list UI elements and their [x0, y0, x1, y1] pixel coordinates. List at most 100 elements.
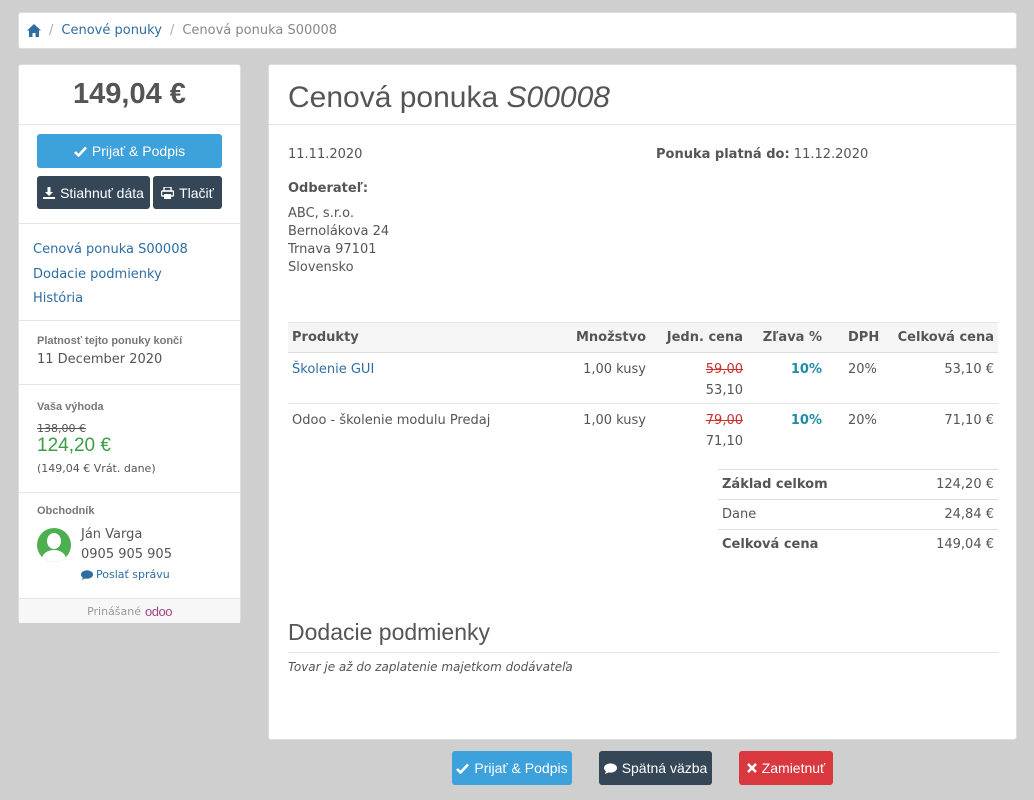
close-icon	[746, 763, 757, 773]
send-message-link[interactable]: Poslať správu	[81, 568, 172, 581]
line-old-price: 79,00	[705, 413, 743, 428]
line-discount: 10%	[790, 362, 822, 377]
order-lines-table: Produkty Množstvo Jedn. cena Zľava % DPH…	[288, 322, 998, 455]
home-icon[interactable]	[27, 24, 41, 37]
col-tax: DPH	[826, 322, 886, 353]
address-line: ABC, s.r.o.	[288, 206, 354, 221]
quotation-panel: Cenová ponuka S00008 11.11.2020 Ponuka p…	[268, 64, 1017, 740]
feedback-button[interactable]: Spätná väzba	[599, 751, 712, 785]
footer-accept-label: Prijať & Podpis	[474, 760, 568, 776]
reject-label: Zamietnuť	[761, 760, 826, 776]
customer-address: ABC, s.r.o. Bernolákova 24 Trnava 97101 …	[288, 205, 997, 277]
totals-table: Základ celkom 124,20 € Dane 24,84 € Celk…	[718, 469, 998, 560]
line-qty: 1,00 kusy	[583, 413, 646, 428]
line-unit-price: 79,00 71,10	[650, 404, 747, 455]
sidebar: 149,04 € Prijať & Podpis Stiahnuť dáta T…	[18, 64, 241, 623]
breadcrumb: / Cenové ponuky / Cenová ponuka S00008	[18, 12, 1017, 49]
download-button[interactable]: Stiahnuť dáta	[37, 176, 150, 209]
col-products: Produkty	[288, 322, 558, 353]
taxes-row: Dane 24,84 €	[718, 499, 998, 530]
quotation-date: 11.11.2020	[288, 147, 363, 162]
breadcrumb-quotations-link[interactable]: Cenové ponuky	[61, 23, 162, 38]
check-icon	[73, 146, 87, 157]
valid-until: Ponuka platná do: 11.12.2020	[656, 147, 868, 162]
salesperson-label: Obchodník	[37, 505, 95, 517]
product-name: Odoo - školenie modulu Predaj	[292, 413, 491, 428]
address-line: Bernolákova 24	[288, 224, 390, 239]
table-row: Školenie GUI 1,00 kusy 59,00 53,10 10% 2…	[288, 352, 998, 404]
download-label: Stiahnuť dáta	[60, 184, 144, 201]
subtotal-value: 124,20 €	[895, 469, 998, 500]
download-icon	[43, 186, 56, 199]
col-discount: Zľava %	[747, 322, 826, 353]
powered-by: Prinášané odoo	[19, 599, 240, 623]
sidebar-nav-terms[interactable]: Dodacie podmienky	[33, 263, 226, 288]
terms-title: Dodacie podmienky	[288, 619, 998, 653]
valid-until-value: 11.12.2020	[793, 147, 869, 162]
grand-total-value: 149,04 €	[895, 529, 998, 560]
subtotal-row: Základ celkom 124,20 €	[718, 469, 998, 500]
terms-text: Tovar je až do zaplatenie majetkom dodáv…	[288, 660, 573, 674]
sidebar-actions: Prijať & Podpis Stiahnuť dáta Tlačiť	[19, 125, 240, 224]
line-total: 53,10 €	[886, 352, 998, 404]
title-prefix: Cenová ponuka	[288, 81, 499, 114]
print-icon	[161, 186, 175, 199]
line-tax: 20%	[826, 352, 886, 404]
salesperson-name: Ján Varga	[81, 527, 143, 542]
sidebar-nav: Cenová ponuka S00008 Dodacie podmienky H…	[19, 224, 240, 321]
table-row: Odoo - školenie modulu Predaj 1,00 kusy …	[288, 404, 998, 455]
salesperson-phone: 0905 905 905	[81, 547, 172, 562]
grand-total-row: Celková cena 149,04 €	[718, 529, 998, 560]
line-discount-cell: 10%	[747, 404, 826, 455]
valid-until-label: Ponuka platná do:	[656, 147, 790, 162]
print-button[interactable]: Tlačiť	[153, 176, 222, 209]
address-line: Slovensko	[288, 260, 354, 275]
line-qty: 1,00 kusy	[558, 352, 650, 404]
address-line: Trnava 97101	[288, 242, 377, 257]
product-link[interactable]: Školenie GUI	[288, 352, 558, 404]
quotation-header: Cenová ponuka S00008	[269, 65, 1016, 125]
feedback-label: Spätná väzba	[621, 760, 708, 776]
avatar	[37, 528, 71, 562]
accept-sign-button[interactable]: Prijať & Podpis	[37, 134, 222, 168]
quotation-number: S00008	[506, 81, 610, 114]
line-discount: 10%	[790, 413, 822, 428]
price-incl-tax: (149,04 € Vrát. dane)	[37, 462, 156, 475]
breadcrumb-separator: /	[169, 23, 175, 38]
breadcrumb-separator: /	[49, 23, 54, 38]
send-message-label: Poslať správu	[96, 568, 170, 581]
col-unit-price: Jedn. cena	[650, 322, 747, 353]
taxes-label: Dane	[718, 499, 896, 530]
check-icon	[456, 763, 470, 774]
line-tax: 20%	[848, 413, 877, 428]
odoo-logo[interactable]: odoo	[145, 604, 172, 619]
grand-total-label: Celková cena	[718, 529, 896, 560]
line-price: 53,10	[705, 383, 743, 398]
table-header-row: Produkty Množstvo Jedn. cena Zľava % DPH…	[288, 322, 998, 353]
reject-button[interactable]: Zamietnuť	[739, 751, 833, 785]
line-total: 71,10 €	[944, 413, 994, 428]
page-title: Cenová ponuka S00008	[288, 81, 997, 115]
customer-label: Odberateľ:	[288, 181, 369, 196]
sidebar-nav-quotation[interactable]: Cenová ponuka S00008	[33, 238, 226, 263]
validity-date: 11 December 2020	[37, 352, 163, 367]
comment-icon	[81, 569, 93, 580]
line-discount-cell: 10%	[747, 352, 826, 404]
original-price: 138,00 €	[37, 422, 86, 435]
salesperson-section: Obchodník Ján Varga 0905 905 905 Poslať …	[19, 493, 240, 599]
col-quantity: Množstvo	[558, 322, 650, 353]
validity-section: Platnosť tejto ponuky končí 11 December …	[19, 321, 240, 385]
line-unit-price: 59,00 53,10	[650, 352, 747, 404]
sidebar-total-amount: 149,04 €	[19, 65, 240, 125]
accept-sign-label: Prijať & Podpis	[91, 143, 186, 159]
taxes-value: 24,84 €	[895, 499, 998, 530]
sidebar-nav-history[interactable]: História	[33, 287, 226, 312]
print-label: Tlačiť	[179, 184, 214, 201]
powered-by-label: Prinášané	[87, 604, 142, 618]
line-old-price: 59,00	[705, 362, 743, 377]
line-price: 71,10	[705, 434, 743, 449]
col-total: Celková cena	[886, 322, 998, 353]
footer-accept-sign-button[interactable]: Prijať & Podpis	[452, 751, 572, 785]
breadcrumb-current: Cenová ponuka S00008	[182, 23, 338, 38]
date-row: 11.11.2020 Ponuka platná do: 11.12.2020	[288, 125, 997, 165]
